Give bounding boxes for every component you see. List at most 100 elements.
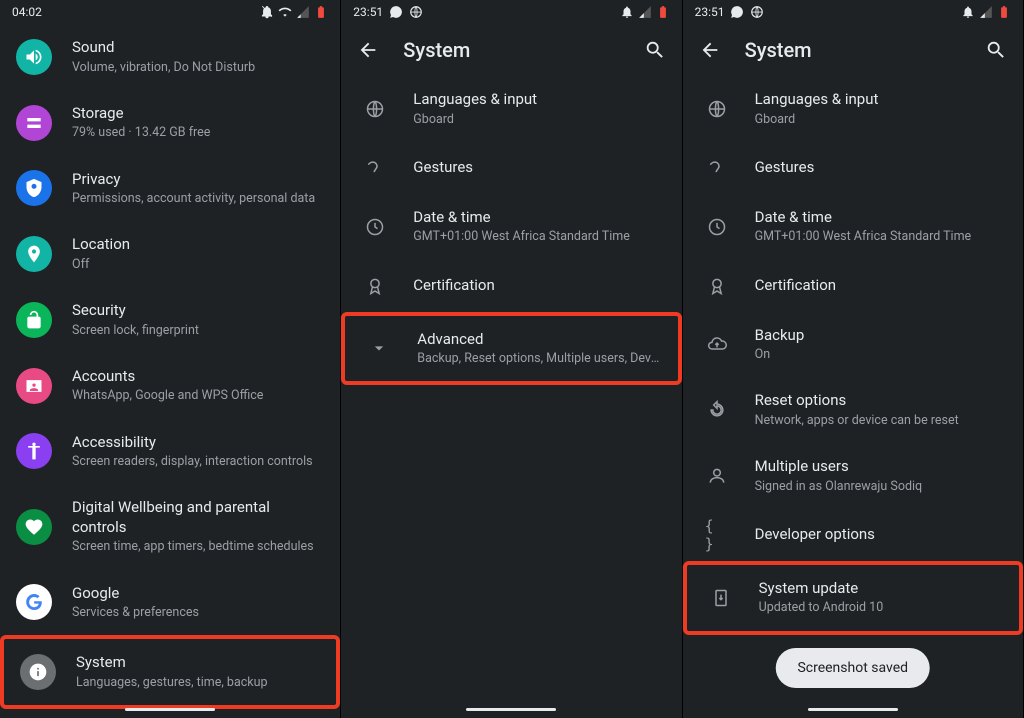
google-icon — [16, 584, 52, 620]
privacy-icon — [16, 170, 52, 206]
security-icon — [16, 302, 52, 338]
item-sub: Screen lock, fingerprint — [72, 323, 324, 339]
nav-bar[interactable] — [683, 700, 1023, 718]
wellbeing-icon — [16, 509, 52, 545]
status-bar: 23:51 — [341, 0, 681, 24]
clock: 23:51 — [695, 5, 725, 19]
item-sub: Services & preferences — [72, 605, 324, 621]
item-certification[interactable]: Certification — [341, 260, 681, 312]
dnd-icon — [620, 5, 634, 19]
nav-bar[interactable] — [0, 700, 340, 718]
item-reset[interactable]: Reset options Network, apps or device ca… — [683, 377, 1023, 443]
gestures-icon — [363, 156, 387, 180]
item-title: Developer options — [755, 525, 1007, 545]
item-sub: On — [755, 347, 1007, 363]
status-icons — [620, 5, 670, 19]
item-storage[interactable]: Storage 79% used · 13.42 GB free — [0, 90, 340, 156]
item-security[interactable]: Security Screen lock, fingerprint — [0, 287, 340, 353]
item-title: Certification — [413, 276, 665, 296]
item-title: Accessibility — [72, 433, 324, 453]
item-google[interactable]: Google Services & preferences — [0, 570, 340, 636]
cloud-icon — [705, 332, 729, 356]
item-location[interactable]: Location Off — [0, 221, 340, 287]
item-title: Location — [72, 235, 324, 255]
item-datetime[interactable]: Date & time GMT+01:00 West Africa Standa… — [341, 194, 681, 260]
toast[interactable]: Screenshot saved — [775, 648, 930, 688]
item-accessibility[interactable]: Accessibility Screen readers, display, i… — [0, 419, 340, 485]
item-title: System — [76, 653, 320, 673]
item-title: Sound — [72, 38, 324, 58]
item-languages[interactable]: Languages & input Gboard — [341, 76, 681, 142]
item-sub: Permissions, account activity, personal … — [72, 191, 324, 207]
item-title: Reset options — [755, 391, 1007, 411]
item-sound[interactable]: Sound Volume, vibration, Do Not Disturb — [0, 24, 340, 90]
status-bar: 23:51 — [683, 0, 1023, 24]
search-icon[interactable] — [985, 39, 1007, 61]
item-advanced[interactable]: Advanced Backup, Reset options, Multiple… — [341, 312, 681, 386]
clock-icon — [705, 215, 729, 239]
item-privacy[interactable]: Privacy Permissions, account activity, p… — [0, 156, 340, 222]
system-list: Languages & input Gboard Gestures Date &… — [341, 76, 681, 385]
clock-icon — [363, 215, 387, 239]
nav-bar[interactable] — [341, 700, 681, 718]
gestures-icon — [705, 156, 729, 180]
globe-notif-icon — [750, 5, 764, 19]
item-certification[interactable]: Certification — [683, 260, 1023, 312]
whatsapp-icon — [730, 5, 744, 19]
battery-icon — [656, 5, 670, 19]
item-sub: Off — [72, 257, 324, 273]
item-title: Digital Wellbeing and parental controls — [72, 498, 324, 537]
item-title: Certification — [755, 276, 1007, 296]
accessibility-icon — [16, 433, 52, 469]
status-bar: 04:02 — [0, 0, 340, 24]
sound-icon — [16, 39, 52, 75]
item-sub: Gboard — [755, 112, 1007, 128]
page-title: System — [745, 38, 961, 62]
item-title: Date & time — [755, 208, 1007, 228]
status-icons — [961, 5, 1011, 19]
item-sub: Volume, vibration, Do Not Disturb — [72, 60, 324, 76]
item-accounts[interactable]: Accounts WhatsApp, Google and WPS Office — [0, 353, 340, 419]
back-icon[interactable] — [699, 39, 721, 61]
item-system-update[interactable]: System update Updated to Android 10 — [683, 561, 1023, 635]
dnd-icon — [260, 5, 274, 19]
item-gestures[interactable]: Gestures — [341, 142, 681, 194]
header: System — [341, 24, 681, 76]
item-title: Backup — [755, 326, 1007, 346]
screen-settings: 04:02 Sound Volume, vibration, Do Not Di… — [0, 0, 341, 718]
system-list: Languages & input Gboard Gestures Date &… — [683, 76, 1023, 635]
item-title: Date & time — [413, 208, 665, 228]
page-title: System — [403, 38, 619, 62]
whatsapp-icon — [389, 5, 403, 19]
item-title: Google — [72, 584, 324, 604]
item-languages[interactable]: Languages & input Gboard — [683, 76, 1023, 142]
item-title: Accounts — [72, 367, 324, 387]
item-title: Privacy — [72, 170, 324, 190]
item-sub: Languages, gestures, time, backup — [76, 675, 320, 691]
item-developer[interactable]: { } Developer options — [683, 509, 1023, 561]
location-icon — [16, 236, 52, 272]
item-datetime[interactable]: Date & time GMT+01:00 West Africa Standa… — [683, 194, 1023, 260]
chevron-down-icon — [367, 336, 391, 360]
screen-system-expanded: 23:51 System Languages & input Gboard — [683, 0, 1024, 718]
item-sub: Network, apps or device can be reset — [755, 413, 1007, 429]
globe-icon — [705, 97, 729, 121]
item-sub: Backup, Reset options, Multiple users, D… — [417, 351, 661, 367]
battery-icon — [314, 5, 328, 19]
item-title: Languages & input — [755, 90, 1007, 110]
search-icon[interactable] — [644, 39, 666, 61]
back-icon[interactable] — [357, 39, 379, 61]
wifi-icon — [278, 5, 292, 19]
item-sub: GMT+01:00 West Africa Standard Time — [413, 229, 665, 245]
item-users[interactable]: Multiple users Signed in as Olanrewaju S… — [683, 443, 1023, 509]
item-gestures[interactable]: Gestures — [683, 142, 1023, 194]
item-system[interactable]: System Languages, gestures, time, backup — [0, 635, 340, 709]
status-icons — [260, 5, 328, 19]
item-title: Multiple users — [755, 457, 1007, 477]
item-backup[interactable]: Backup On — [683, 312, 1023, 378]
item-title: Gestures — [413, 158, 665, 178]
certification-icon — [363, 274, 387, 298]
item-wellbeing[interactable]: Digital Wellbeing and parental controls … — [0, 484, 340, 569]
item-title: Gestures — [755, 158, 1007, 178]
globe-notif-icon — [409, 5, 423, 19]
